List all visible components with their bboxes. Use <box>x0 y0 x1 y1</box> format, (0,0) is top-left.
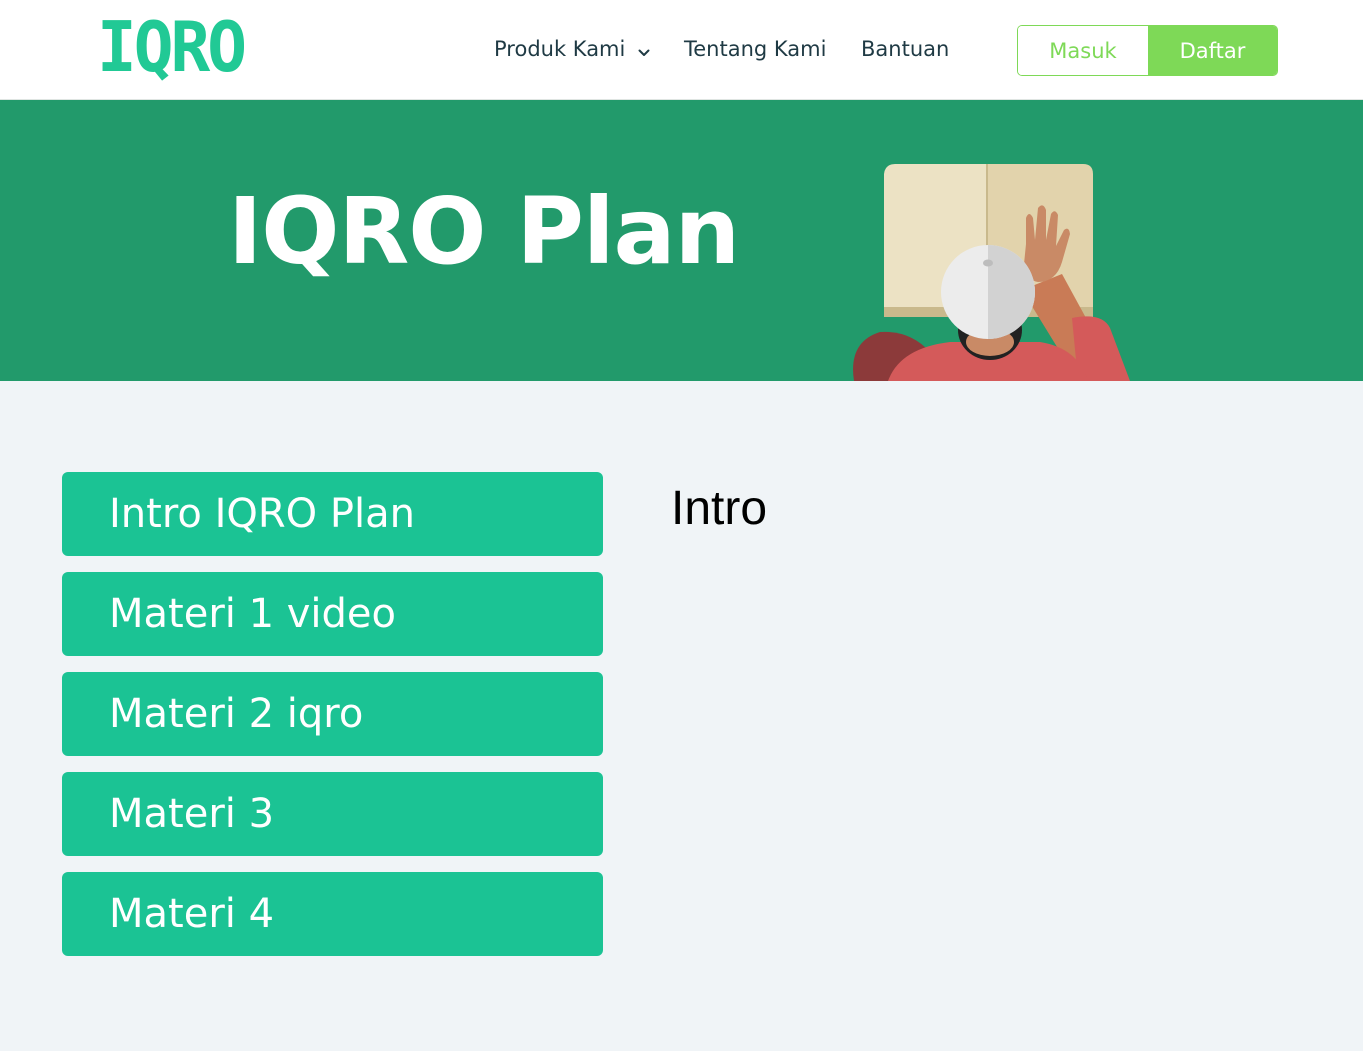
sidebar-item-intro[interactable]: Intro IQRO Plan <box>62 472 603 556</box>
sidebar-item-materi-3[interactable]: Materi 3 <box>62 772 603 856</box>
site-header: IQRO Produk Kami Tentang Kami Bantuan Ma… <box>0 0 1363 100</box>
nav-produk-kami-label: Produk Kami <box>494 37 626 61</box>
logo[interactable]: IQRO <box>97 11 247 87</box>
nav-tentang-kami[interactable]: Tentang Kami <box>684 36 826 62</box>
sidebar-item-materi-4[interactable]: Materi 4 <box>62 872 603 956</box>
reading-person-illustration <box>853 164 1130 381</box>
sidebar-item-materi-1[interactable]: Materi 1 video <box>62 572 603 656</box>
nav-produk-kami[interactable]: Produk Kami <box>494 36 650 63</box>
hero-banner: IQRO Plan <box>0 100 1363 381</box>
register-button[interactable]: Daftar <box>1148 26 1277 75</box>
sidebar-item-materi-2[interactable]: Materi 2 iqro <box>62 672 603 756</box>
nav-bantuan[interactable]: Bantuan <box>861 36 949 62</box>
chevron-down-icon <box>638 37 650 63</box>
content-title: Intro <box>671 482 768 535</box>
page-title: IQRO Plan <box>228 178 740 285</box>
auth-buttons: Masuk Daftar <box>1017 25 1278 76</box>
login-button[interactable]: Masuk <box>1018 26 1148 75</box>
lesson-sidebar: Intro IQRO Plan Materi 1 video Materi 2 … <box>62 472 603 972</box>
